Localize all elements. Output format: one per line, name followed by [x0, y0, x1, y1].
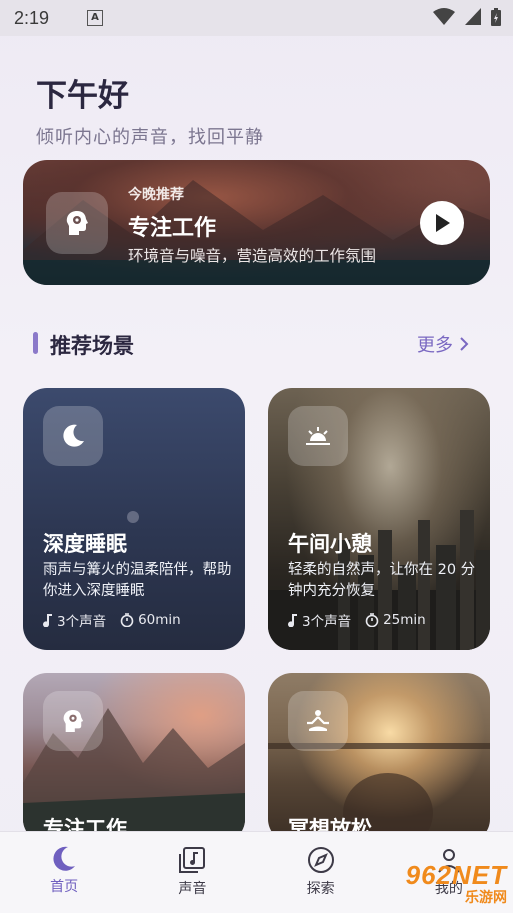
timer-icon — [365, 613, 379, 627]
status-time: 2:19 — [14, 7, 50, 28]
sound-count: 3个声音 — [57, 614, 107, 630]
music-note-icon — [288, 614, 297, 627]
status-bar: 2:19 A — [0, 0, 513, 36]
card-title: 午间小憩 — [288, 532, 372, 556]
more-link[interactable]: 更多 — [417, 331, 469, 357]
notification-a-icon: A — [87, 10, 104, 26]
card-title: 深度睡眠 — [43, 532, 127, 556]
play-button[interactable] — [420, 201, 464, 245]
meditation-icon — [288, 691, 348, 751]
tab-sounds[interactable]: 声音 — [128, 832, 256, 913]
greeting-subtitle: 倾听内心的声音，找回平静 — [36, 127, 264, 148]
duration: 60min — [138, 612, 181, 628]
chevron-right-icon — [460, 337, 469, 351]
moon-icon — [53, 846, 76, 871]
hero-title: 专注工作 — [128, 216, 217, 241]
moon-icon — [43, 406, 103, 466]
tonight-recommendation-card[interactable]: 今晚推荐 专注工作 环境音与噪音，营造高效的工作氛围 — [23, 160, 490, 285]
status-icons — [433, 8, 501, 26]
sound-count: 3个声音 — [302, 614, 352, 630]
card-meta: 3个声音 60min — [43, 610, 181, 630]
hero-description: 环境音与噪音，营造高效的工作氛围 — [128, 247, 377, 265]
moon-decoration — [127, 511, 139, 523]
tab-explore[interactable]: 探索 — [257, 832, 385, 913]
timer-icon — [120, 613, 134, 627]
tab-label: 探索 — [306, 881, 335, 897]
head-gear-icon — [43, 691, 103, 751]
more-label: 更多 — [417, 335, 453, 356]
scene-card-deep-sleep[interactable]: 深度睡眠 雨声与篝火的温柔陪伴，帮助你进入深度睡眠 3个声音 60min — [23, 388, 245, 650]
scene-card-midday-nap[interactable]: 午间小憩 轻柔的自然声，让你在 20 分钟内充分恢复 3个声音 25min — [268, 388, 490, 650]
card-description: 雨声与篝火的温柔陪伴，帮助你进入深度睡眠 — [43, 562, 232, 599]
greeting-title: 下午好 — [36, 78, 129, 114]
card-description: 轻柔的自然声，让你在 20 分钟内充分恢复 — [288, 562, 476, 599]
signal-icon — [465, 8, 481, 25]
card-meta: 3个声音 25min — [288, 610, 426, 630]
scene-card-meditation[interactable]: 冥想放松 — [268, 673, 490, 843]
music-note-icon — [179, 847, 206, 873]
sunrise-icon — [288, 406, 348, 466]
section-accent-bar — [33, 332, 38, 354]
compass-icon — [307, 847, 334, 873]
tab-label: 声音 — [178, 881, 207, 897]
scene-card-focus-work[interactable]: 专注工作 — [23, 673, 245, 843]
section-title: 推荐场景 — [50, 334, 134, 358]
battery-icon — [491, 8, 501, 26]
tab-label: 首页 — [50, 879, 79, 895]
hero-kicker: 今晚推荐 — [128, 187, 184, 203]
watermark-sub: 乐游网 — [465, 889, 507, 905]
music-note-icon — [43, 614, 52, 627]
play-icon — [436, 214, 450, 232]
duration: 25min — [383, 612, 426, 628]
tab-home[interactable]: 首页 — [0, 832, 128, 913]
wifi-icon — [433, 8, 455, 25]
head-gear-icon — [46, 192, 108, 254]
watermark-logo: 962NET 乐游网 — [406, 860, 507, 907]
